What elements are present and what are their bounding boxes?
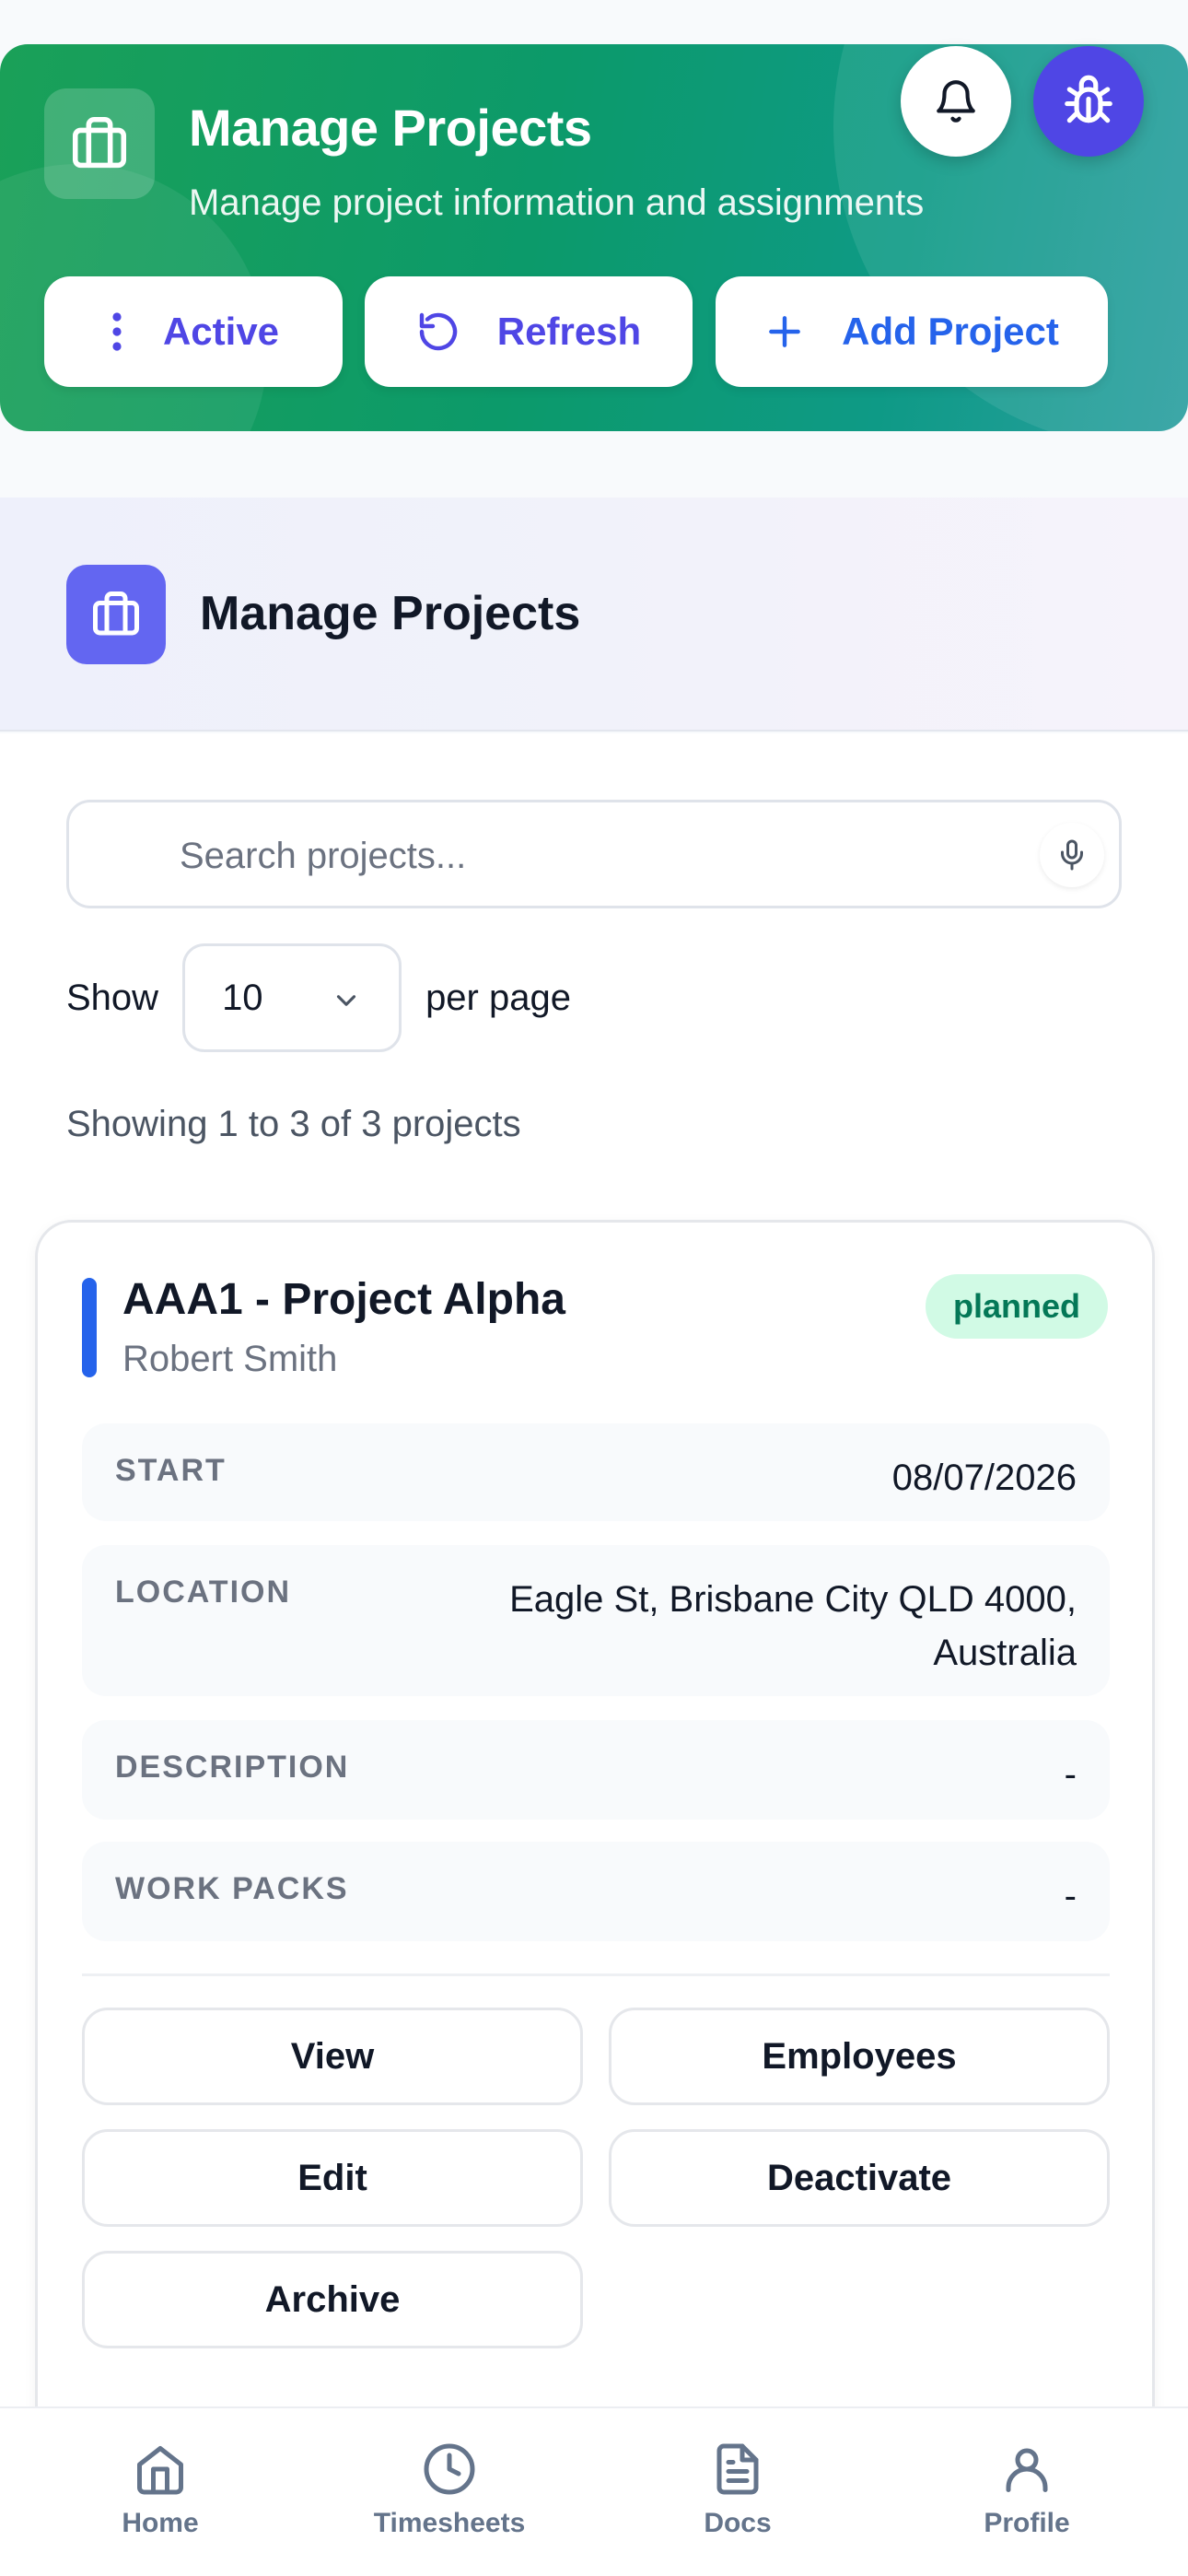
per-page-select[interactable]: 10 [182, 943, 402, 1052]
bell-icon [937, 80, 975, 123]
nav-home-label: Home [122, 2508, 199, 2538]
refresh-icon [419, 312, 457, 351]
active-filter-button[interactable]: Active [44, 276, 343, 387]
location-label: LOCATION [115, 1575, 292, 1610]
main-content: Show 10 per page Showing 1 to 3 of 3 pro… [0, 733, 1188, 2576]
clock-icon [424, 2443, 475, 2495]
card-accent-bar [82, 1278, 97, 1377]
view-button[interactable]: View [82, 2008, 583, 2105]
deactivate-button[interactable]: Deactivate [609, 2129, 1110, 2227]
chevron-down-icon [337, 995, 356, 1006]
bug-icon [1065, 75, 1112, 123]
microphone-icon [1061, 839, 1083, 871]
active-filter-label: Active [162, 310, 280, 353]
voice-search-button[interactable] [1040, 823, 1104, 887]
description-value: - [1064, 1754, 1077, 1795]
start-value: 08/07/2026 [891, 1458, 1077, 1498]
start-label: START [115, 1453, 227, 1488]
briefcase-icon [66, 565, 166, 664]
nav-docs-label: Docs [704, 2508, 772, 2538]
briefcase-icon [44, 88, 155, 199]
add-project-label: Add Project [842, 310, 1059, 353]
work-packs-label: WORK PACKS [115, 1871, 349, 1906]
per-page-label: per page [425, 977, 571, 1018]
debug-button[interactable] [1033, 46, 1144, 157]
search-input[interactable] [180, 830, 1008, 882]
user-icon [1006, 2448, 1048, 2492]
section-header: Manage Projects [0, 498, 1188, 732]
refresh-label: Refresh [496, 310, 642, 353]
work-packs-value: - [1064, 1876, 1077, 1916]
card-divider [82, 1973, 1110, 1976]
archive-button[interactable]: Archive [82, 2251, 583, 2348]
nav-timesheets-label: Timesheets [373, 2508, 526, 2538]
employees-button[interactable]: Employees [609, 2008, 1110, 2105]
per-page-value: 10 [222, 977, 263, 1018]
bottom-navigation: Home Timesheets Docs Profile [0, 2406, 1188, 2576]
document-icon [716, 2443, 759, 2495]
more-vertical-icon [112, 312, 122, 351]
nav-item-timesheets[interactable]: Timesheets [302, 2441, 597, 2539]
start-field: START 08/07/2026 [82, 1423, 1110, 1521]
add-project-button[interactable]: Add Project [716, 276, 1108, 387]
nav-item-home[interactable]: Home [13, 2441, 308, 2539]
work-packs-field: WORK PACKS - [82, 1842, 1110, 1941]
per-page-control: Show 10 per page [66, 943, 571, 1052]
location-field: LOCATION Eagle St, Brisbane City QLD 400… [82, 1545, 1110, 1696]
location-line-1: Eagle St, Brisbane City QLD 4000, [509, 1579, 1077, 1620]
search-bar[interactable] [66, 800, 1122, 908]
project-card: AAA1 - Project Alpha Robert Smith planne… [35, 1220, 1155, 2445]
nav-profile-label: Profile [984, 2508, 1070, 2538]
page-title: Manage Projects [189, 99, 592, 157]
results-summary: Showing 1 to 3 of 3 projects [66, 1104, 521, 1144]
project-title: AAA1 - Project Alpha [122, 1275, 565, 1324]
location-value: Eagle St, Brisbane City QLD 4000, Austra… [509, 1573, 1077, 1680]
nav-item-profile[interactable]: Profile [879, 2441, 1174, 2539]
page-subtitle: Manage project information and assignmen… [189, 182, 925, 223]
edit-button[interactable]: Edit [82, 2129, 583, 2227]
status-badge: planned [925, 1274, 1108, 1339]
project-owner: Robert Smith [122, 1339, 338, 1379]
plus-icon [769, 316, 801, 347]
nav-item-docs[interactable]: Docs [590, 2441, 885, 2539]
section-title: Manage Projects [200, 587, 581, 640]
refresh-button[interactable]: Refresh [365, 276, 693, 387]
show-label: Show [66, 977, 159, 1018]
location-line-2: Australia [933, 1633, 1077, 1673]
home-icon [137, 2446, 183, 2495]
notifications-button[interactable] [901, 46, 1011, 157]
description-label: DESCRIPTION [115, 1750, 350, 1785]
description-field: DESCRIPTION - [82, 1720, 1110, 1820]
